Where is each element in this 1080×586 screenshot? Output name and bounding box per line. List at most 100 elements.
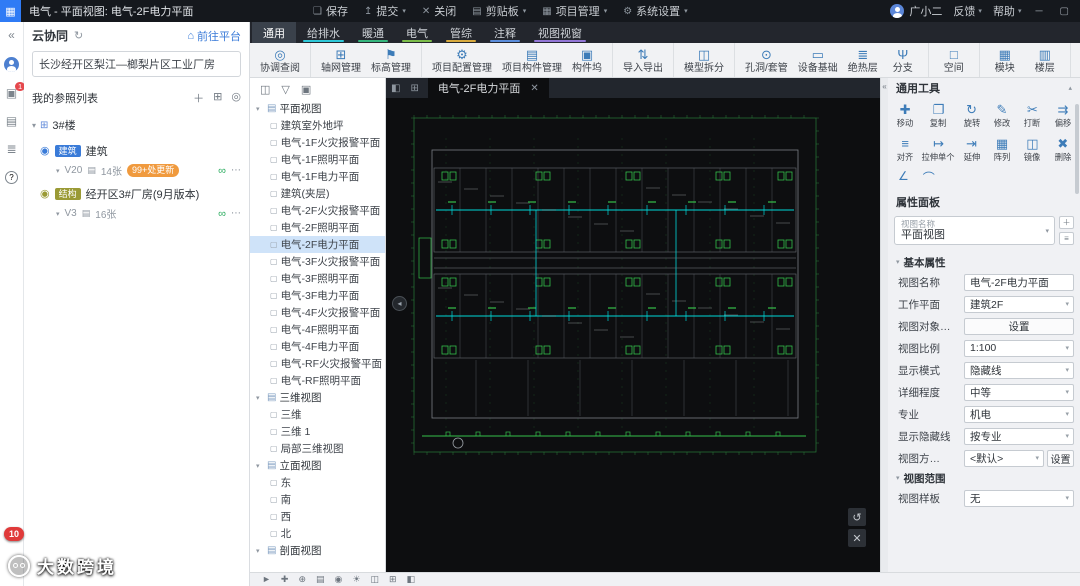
ribbon-button[interactable]: ≣ 绝热层 [843,46,883,75]
view-item[interactable]: ▢ 电气-3F照明平面 [250,270,385,287]
view-item[interactable]: ▢ 北 [250,525,385,542]
titlebar-menu-item[interactable]: ✕ 关闭 [414,0,464,22]
ribbon-tab[interactable]: 管综 [439,22,483,43]
sun-icon[interactable]: ☀ [352,575,360,584]
ribbon-button[interactable]: ▣ 构件坞 [567,46,607,75]
ribbon-button[interactable]: ⚑ 标高管理 [366,46,416,75]
refresh-icon[interactable]: ↻ [74,29,83,42]
view-item[interactable]: ▢ 电气-1F火灾报警平面 [250,134,385,151]
property-select[interactable]: 无 ▾ [964,489,1074,507]
ribbon-button[interactable]: ⇅ 导入导出 [618,46,668,75]
model-icon[interactable]: ▣ 1 [6,82,26,100]
close-tab-icon[interactable]: ✕ [530,83,538,94]
view-item[interactable]: ▢ 建筑(夹层) [250,185,385,202]
cad-floorplan[interactable] [386,98,880,558]
property-select[interactable]: 机电 ▾ [964,405,1074,423]
panel-scrollbar[interactable] [1075,104,1079,194]
view-item[interactable]: ▢ 电气-4F电力平面 [250,338,385,355]
app-logo-icon[interactable]: ▦ [0,0,21,22]
property-list-icon[interactable]: ≡ [1059,232,1074,245]
minimize-button[interactable]: ─ [1032,6,1045,17]
view-tree-section[interactable]: ▾ ▤ 三维视图 [250,389,385,406]
tool-button[interactable]: ⇥ 延伸 [956,132,986,166]
grid-view-icon[interactable]: ⊞ [405,78,423,98]
ribbon-tab[interactable]: 暖通 [351,22,395,43]
ribbon-button[interactable]: ⊞ 轴网管理 [316,46,366,75]
tool-button[interactable]: ✖ 删除 [1048,132,1078,166]
panel-toggle-icon[interactable]: ◫ [260,83,270,96]
pan-left-handle[interactable]: ◂ [392,296,407,311]
ribbon-button[interactable]: ▥ 楼层 [1025,46,1065,75]
maximize-button[interactable]: ▢ [1057,6,1072,17]
ribbon-button[interactable]: ⊙ 孔洞/套管 [740,46,793,75]
basic-properties-section[interactable]: ▾ 基本属性 [888,253,1080,271]
view-item[interactable]: ▢ 电气-4F照明平面 [250,321,385,338]
ribbon-button[interactable]: ▭ 设备基础 [793,46,843,75]
general-tools-header[interactable]: 通用工具 ▴ [888,78,1080,98]
more-icon[interactable]: ⋯ [231,208,241,219]
pan-icon[interactable]: ✚ [281,575,289,584]
help-icon[interactable]: ? [5,171,18,184]
view-tree-section[interactable]: ▾ ▤ 立面视图 [250,457,385,474]
ribbon-button[interactable]: ▤ 项目构件管理 [497,46,567,75]
view-item[interactable]: ▢ 电气-RF火灾报警平面 [250,355,385,372]
visibility-eye-icon[interactable]: ◉ [40,145,50,157]
view-tree-section[interactable]: ▾ ▤ 平面视图 [250,100,385,117]
view-item[interactable]: ▢ 电气-4F火灾报警平面 [250,304,385,321]
view-item[interactable]: ▢ 电气-3F电力平面 [250,287,385,304]
collapse-panel-icon[interactable]: « [8,29,15,42]
batch-open-icon[interactable]: ▣ [301,83,311,96]
add-property-icon[interactable]: ＋ [1059,216,1074,229]
titlebar-menu-item[interactable]: ▤ 剪贴板 ▾ [464,0,534,22]
property-input[interactable]: 电气-2F电力平面 [964,273,1074,291]
tool-button[interactable]: ✂ 打断 [1017,98,1047,132]
tool-button[interactable]: ✚ 移动 [890,98,920,132]
view-item[interactable]: ▢ 三维 [250,406,385,423]
tool-button[interactable]: ▦ 阵列 [987,132,1017,166]
titlebar-menu-item[interactable]: ❏ 保存 [305,0,356,22]
ribbon-button[interactable]: ▦ 模块 [985,46,1025,75]
tool-button[interactable]: ◫ 镜像 [1017,132,1047,166]
tool-button[interactable]: ↦ 拉伸单个 [920,132,956,166]
view-item[interactable]: ▢ 局部三维视图 [250,440,385,457]
project-name-box[interactable]: 长沙经开区梨江—榔梨片区工业厂房 [32,51,241,77]
view-item[interactable]: ▢ 电气-RF照明平面 [250,372,385,389]
ribbon-button[interactable]: □ 空间 [934,46,974,75]
tool-button[interactable]: ❐ 复制 [920,98,956,132]
properties-panel-header[interactable]: 属性面板 [888,192,1080,212]
section-icon[interactable]: ◫ [370,575,379,584]
grid-icon[interactable]: ⊞ [389,575,397,584]
tool-button[interactable]: ≡ 对齐 [890,132,920,166]
cursor-icon[interactable]: ► [262,575,271,584]
ribbon-button[interactable]: ◎ 协调查阅 [255,46,305,75]
view-item[interactable]: ▢ 建筑室外地坪 [250,117,385,134]
settings-button[interactable]: 设置 [1047,449,1074,467]
filter-icon[interactable]: ▽ [281,83,289,96]
more-icon[interactable]: ⋯ [231,165,241,176]
link-icon[interactable]: ∞ [218,208,226,220]
ribbon-button[interactable]: ◫ 模型拆分 [679,46,729,75]
view-selector[interactable]: 视图名称 平面视图 ▾ [894,216,1055,245]
titlebar-menu-item[interactable]: ▦ 项目管理 ▾ [534,0,615,22]
view-item[interactable]: ▢ 电气-2F火灾报警平面 [250,202,385,219]
expand-all-icon[interactable]: ⊞ [213,90,222,106]
zoom-icon[interactable]: ⊕ [298,575,306,584]
visibility-eye-icon[interactable]: ◉ [40,188,50,200]
view-range-section[interactable]: ▾ 视图范围 [888,469,1080,487]
panel-collapse-divider[interactable]: « [880,78,888,572]
locate-icon[interactable]: ◎ [231,90,241,106]
canvas-tab[interactable]: 电气-2F电力平面 ✕ [427,78,549,98]
view-item[interactable]: ▢ 东 [250,474,385,491]
property-select[interactable]: 按专业 ▾ [964,427,1074,445]
split-icon[interactable]: ◧ [407,575,416,584]
property-select[interactable]: 建筑2F ▾ [964,295,1074,313]
reference-item[interactable]: ◉ 建筑 建筑 ▾ V20 ▤ 14张 99+处更新 ∞ ⋯ [24,139,249,182]
ribbon-tab[interactable]: 电气 [395,22,439,43]
help-menu[interactable]: 帮助 ▾ [993,3,1022,19]
titlebar-menu-item[interactable]: ⚙ 系统设置 ▾ [615,0,695,22]
view-item[interactable]: ▢ 西 [250,508,385,525]
account-avatar-icon[interactable] [4,57,19,72]
ribbon-tab[interactable]: 注释 [483,22,527,43]
view-item[interactable]: ▢ 电气-1F电力平面 [250,168,385,185]
tile-view-icon[interactable]: ◧ [386,78,405,98]
